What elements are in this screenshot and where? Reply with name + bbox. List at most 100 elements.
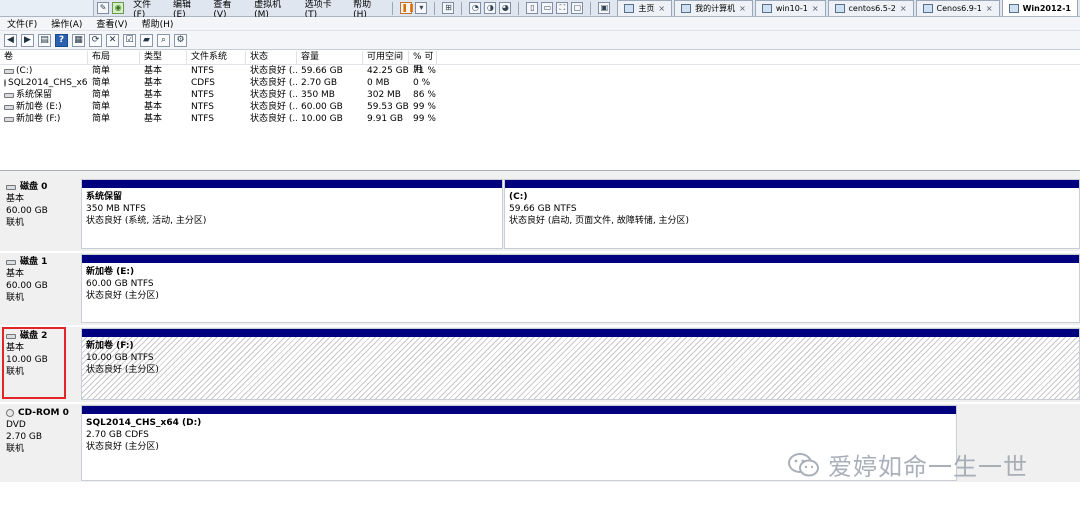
network-icon[interactable]: ⊞ bbox=[442, 2, 455, 14]
volume-free-cell: 302 MB bbox=[367, 90, 401, 100]
partition-title: (C:) bbox=[509, 192, 528, 202]
tab-label: 我的计算机 bbox=[695, 4, 736, 13]
watermark-text: 爱婷如命一生一世 bbox=[828, 453, 1028, 481]
menu-view[interactable]: 查看(V) bbox=[96, 17, 127, 30]
col-capacity[interactable]: 容量 bbox=[297, 51, 363, 64]
col-filesystem[interactable]: 文件系统 bbox=[187, 51, 246, 64]
volume-row[interactable]: 新加卷 (F:) 简单 基本 NTFS 状态良好 (... 10.00 GB 9.91 GB… bbox=[0, 113, 1080, 125]
tab-my-computer[interactable]: 我的计算机 × bbox=[674, 0, 753, 16]
volume-free-cell: 9.91 GB bbox=[367, 114, 404, 124]
close-icon[interactable]: × bbox=[739, 4, 746, 13]
properties-icon[interactable]: ☑ bbox=[123, 33, 136, 47]
volume-row[interactable]: SQL2014_CHS_x6... 简单 基本 CDFS 状态良好 (... 2.70 G… bbox=[0, 77, 1080, 89]
close-icon[interactable]: × bbox=[900, 4, 907, 13]
console-tree-icon[interactable]: ▤ bbox=[38, 33, 51, 47]
vm-menu: 文件(F) 编辑(E) 查看(V) 虚拟机(M) 选项卡(T) 帮助(H) bbox=[127, 0, 388, 20]
tab-label: Win2012-1 bbox=[1022, 3, 1071, 13]
refresh-icon[interactable]: ⟳ bbox=[89, 33, 102, 47]
dropdown-icon[interactable]: ▾ bbox=[415, 2, 428, 14]
volume-pct-cell: 71 % bbox=[413, 66, 436, 76]
disk-label[interactable]: CD-ROM 0 DVD 2.70 GB 联机 bbox=[2, 404, 80, 482]
col-layout[interactable]: 布局 bbox=[88, 51, 140, 64]
list-view-icon[interactable]: ▦ bbox=[72, 33, 85, 47]
menu-file[interactable]: 文件(F) bbox=[7, 17, 37, 30]
back-icon[interactable]: ◀ bbox=[4, 33, 17, 47]
partition-block[interactable]: (C:) 59.66 GB NTFS 状态良好 (启动, 页面文件, 故障转储, 主… bbox=[504, 179, 1080, 249]
tab-win2012-1[interactable]: Win2012-1 bbox=[1001, 0, 1078, 16]
tab-centos65-2[interactable]: centos6.5-2 × bbox=[827, 0, 914, 16]
volume-list: 卷 布局 类型 文件系统 状态 容量 可用空间 % 可用 (C:) 简单 基本 NTF… bbox=[0, 51, 1080, 171]
close-icon[interactable]: × bbox=[812, 4, 819, 13]
snapshot-manager-icon[interactable]: ◕ bbox=[499, 2, 512, 14]
pin-icon[interactable]: ✎ bbox=[97, 2, 110, 14]
col-status[interactable]: 状态 bbox=[246, 51, 297, 64]
tab-win10-1[interactable]: win10-1 × bbox=[754, 0, 826, 16]
disk-label[interactable]: 磁盘 1 基本 60.00 GB 联机 bbox=[2, 253, 80, 325]
snapshot-revert-icon[interactable]: ◑ bbox=[484, 2, 497, 14]
highlight-box bbox=[2, 327, 66, 399]
tab-home[interactable]: 主页 × bbox=[617, 0, 673, 16]
pause-icon[interactable]: ❚❚ bbox=[400, 2, 415, 14]
app-menu-bar: 文件(F) 操作(A) 查看(V) 帮助(H) bbox=[0, 17, 1080, 31]
partition-block[interactable]: 系统保留 350 MB NTFS 状态良好 (系统, 活动, 主分区) bbox=[81, 179, 503, 249]
partition-status: 状态良好 (启动, 页面文件, 故障转储, 主分区) bbox=[509, 216, 690, 226]
volume-name-cell: 新加卷 (F:) bbox=[0, 113, 88, 125]
disk-name-line: 磁盘 0 bbox=[6, 181, 76, 193]
disk-row: 磁盘 0 基本 60.00 GB 联机 系统保留 350 MB NTFS 状态良好 (系统,… bbox=[0, 178, 1080, 251]
volume-row[interactable]: (C:) 简单 基本 NTFS 状态良好 (... 59.66 GB 42.25 GB 71 … bbox=[0, 65, 1080, 77]
home-icon bbox=[624, 4, 635, 13]
disk-label[interactable]: 磁盘 0 基本 60.00 GB 联机 bbox=[2, 178, 80, 251]
thumbnail-icon[interactable]: ▭ bbox=[541, 2, 554, 14]
partition-title: 新加卷 (F:) bbox=[86, 341, 134, 351]
fullscreen-icon[interactable]: ⛶ bbox=[556, 2, 569, 14]
volume-layout-cell: 简单 bbox=[92, 102, 111, 112]
close-icon[interactable]: × bbox=[986, 4, 993, 13]
disk-drive-icon bbox=[4, 68, 14, 74]
partition-bar bbox=[82, 255, 1079, 263]
volume-type-cell: 基本 bbox=[144, 78, 163, 88]
vm-app-icon[interactable]: ◉ bbox=[112, 2, 125, 14]
volume-row[interactable]: 新加卷 (E:) 简单 基本 NTFS 状态良好 (... 60.00 GB 59.53 G… bbox=[0, 101, 1080, 113]
partition-text: (C:) 59.66 GB NTFS 状态良好 (启动, 页面文件, 故障转储, 主… bbox=[505, 188, 1079, 230]
volume-status-cell: 状态良好 (... bbox=[250, 66, 297, 76]
partition-block[interactable]: 新加卷 (E:) 60.00 GB NTFS 状态良好 (主分区) bbox=[81, 254, 1080, 323]
sidebar-icon[interactable]: ▯ bbox=[526, 2, 539, 14]
col-type[interactable]: 类型 bbox=[140, 51, 187, 64]
tab-cenos69-1[interactable]: Cenos6.9-1 × bbox=[915, 0, 1000, 16]
unity-icon[interactable]: ▢ bbox=[571, 2, 584, 14]
vm-quick-tools: ✎ ◉ bbox=[94, 0, 127, 16]
open-icon[interactable]: ▰ bbox=[140, 33, 153, 47]
settings-icon[interactable]: ⚙ bbox=[174, 33, 187, 47]
col-volume[interactable]: 卷 bbox=[0, 51, 88, 64]
volume-fs-cell: CDFS bbox=[191, 78, 215, 88]
volume-name-cell: (C:) bbox=[0, 65, 88, 77]
snapshot-icon[interactable]: ◔ bbox=[469, 2, 482, 14]
cd-drive-icon bbox=[4, 79, 6, 87]
watermark: 爱婷如命一生一世 bbox=[788, 447, 1028, 482]
close-icon[interactable]: × bbox=[658, 4, 665, 13]
menu-help[interactable]: 帮助(H) bbox=[142, 17, 174, 30]
divider bbox=[518, 1, 520, 15]
volume-pct-cell: 99 % bbox=[413, 102, 436, 112]
partition-text: 新加卷 (F:) 10.00 GB NTFS 状态良好 (主分区) bbox=[82, 337, 1079, 399]
col-free-space[interactable]: 可用空间 bbox=[363, 51, 409, 64]
help-icon[interactable]: ? bbox=[55, 33, 68, 47]
tab-label: centos6.5-2 bbox=[848, 4, 896, 13]
volume-fs-cell: NTFS bbox=[191, 114, 214, 124]
delete-icon[interactable]: ✕ bbox=[106, 33, 119, 47]
menu-action[interactable]: 操作(A) bbox=[51, 17, 82, 30]
partition-bar bbox=[82, 180, 502, 188]
vm-tabs: 主页 × 我的计算机 × win10-1 × centos6.5-2 × Cenos6.… bbox=[617, 0, 1080, 16]
col-percent-free[interactable]: % 可用 bbox=[409, 51, 437, 75]
forward-icon[interactable]: ▶ bbox=[21, 33, 34, 47]
partition-block[interactable]: 新加卷 (F:) 10.00 GB NTFS 状态良好 (主分区) bbox=[81, 328, 1080, 400]
vm-icon bbox=[761, 4, 772, 13]
console-view-icon[interactable]: ▣ bbox=[598, 2, 611, 14]
pane-splitter[interactable] bbox=[0, 171, 1080, 178]
disk-name-line: 磁盘 1 bbox=[6, 256, 76, 268]
divider bbox=[434, 1, 436, 15]
disk-type: 基本 bbox=[6, 269, 25, 279]
search-icon[interactable]: ⌕ bbox=[157, 33, 170, 47]
partition-bar bbox=[82, 406, 956, 414]
volume-row[interactable]: 系统保留 简单 基本 NTFS 状态良好 (... 350 MB 302 MB 86 % bbox=[0, 89, 1080, 101]
